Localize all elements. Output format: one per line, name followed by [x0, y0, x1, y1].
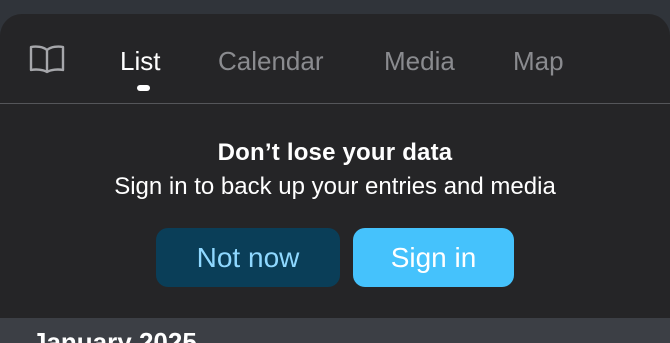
- banner-title: Don’t lose your data: [217, 139, 453, 166]
- sign-in-banner: Don’t lose your data Sign in to back up …: [0, 104, 670, 318]
- banner-subtitle: Sign in to back up your entries and medi…: [114, 173, 556, 200]
- book-icon[interactable]: [28, 44, 66, 74]
- tab-media[interactable]: Media: [384, 44, 455, 78]
- active-tab-indicator: [137, 85, 150, 91]
- tab-list[interactable]: List: [120, 44, 160, 78]
- journal-sheet: List Calendar Media Map Don’t lose your …: [0, 14, 670, 343]
- tab-calendar[interactable]: Calendar: [218, 44, 324, 78]
- sign-in-button[interactable]: Sign in: [353, 228, 514, 287]
- tab-map[interactable]: Map: [513, 44, 564, 78]
- not-now-button[interactable]: Not now: [156, 228, 340, 287]
- tab-bar: List Calendar Media Map: [0, 14, 670, 103]
- month-header-label: January 2025: [32, 327, 197, 343]
- month-section-header: January 2025: [0, 318, 670, 343]
